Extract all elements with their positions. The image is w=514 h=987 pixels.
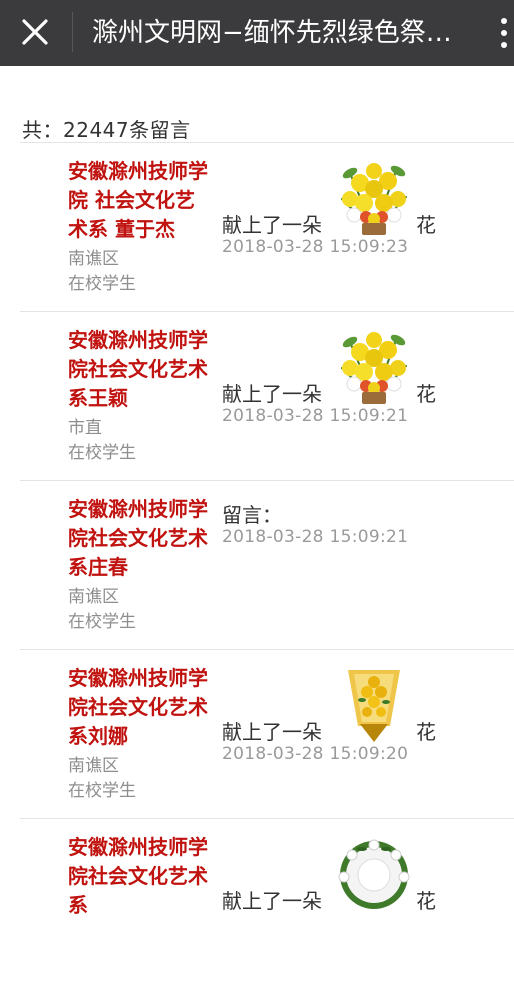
message-time: 2018-03-28 15:09:20	[222, 744, 409, 764]
title-divider	[72, 12, 73, 52]
flower-basket-image	[336, 159, 412, 237]
flower-suffix: 花	[416, 213, 436, 237]
author-name[interactable]: 安徽滁州技师学院社会文化艺术系	[68, 833, 214, 920]
message-time: 2018-03-28 15:09:21	[222, 406, 409, 426]
message-item: 安徽滁州技师学院社会文化艺术系 献上了一朵 花	[20, 818, 514, 987]
flower-basket-image	[336, 328, 412, 406]
flower-wreath-image	[336, 835, 412, 913]
message-time: 2018-03-28 15:09:21	[222, 527, 409, 547]
author-name[interactable]: 安徽滁州技师学院社会文化艺术系刘娜	[68, 664, 214, 751]
author-name[interactable]: 安徽滁州技师学院社会文化艺术系王颖	[68, 326, 214, 413]
page-title: 滁州文明网−缅怀先烈绿色祭…	[92, 18, 452, 48]
author-name[interactable]: 安徽滁州技师学院社会文化艺术系庄春	[68, 495, 214, 582]
message-action: 留言：	[222, 503, 282, 527]
message-item: 安徽滁州技师学院社会文化艺术系王颖 市直 在校学生 献上了一朵 花 2018-0…	[20, 311, 514, 480]
author-name[interactable]: 安徽滁州技师学院 社会文化艺术系 董于杰	[68, 157, 214, 244]
flower-suffix: 花	[416, 382, 436, 406]
message-item: 安徽滁州技师学院社会文化艺术系庄春 南谯区 在校学生 留言： 2018-03-2…	[20, 480, 514, 649]
message-action: 献上了一朵	[222, 213, 322, 237]
message-item: 安徽滁州技师学院 社会文化艺术系 董于杰 南谯区 在校学生 献上了一朵 花 20…	[20, 142, 514, 311]
message-action: 献上了一朵	[222, 382, 322, 406]
author-region: 南谯区	[68, 249, 119, 269]
message-action: 献上了一朵	[222, 720, 322, 744]
author-region: 南谯区	[68, 756, 119, 776]
message-count: 共：22447条留言	[22, 118, 191, 142]
author-role: 在校学生	[68, 612, 136, 632]
more-vertical-icon[interactable]	[496, 15, 512, 51]
flower-bouquet-image	[336, 666, 412, 744]
close-icon[interactable]	[18, 15, 52, 49]
title-bar: 滁州文明网−缅怀先烈绿色祭…	[0, 0, 514, 66]
author-region: 南谯区	[68, 587, 119, 607]
author-role: 在校学生	[68, 443, 136, 463]
author-role: 在校学生	[68, 781, 136, 801]
author-region: 市直	[68, 418, 102, 438]
message-time: 2018-03-28 15:09:23	[222, 237, 409, 257]
flower-suffix: 花	[416, 720, 436, 744]
author-role: 在校学生	[68, 274, 136, 294]
message-item: 安徽滁州技师学院社会文化艺术系刘娜 南谯区 在校学生 献上了一朵 花 2018-…	[20, 649, 514, 818]
